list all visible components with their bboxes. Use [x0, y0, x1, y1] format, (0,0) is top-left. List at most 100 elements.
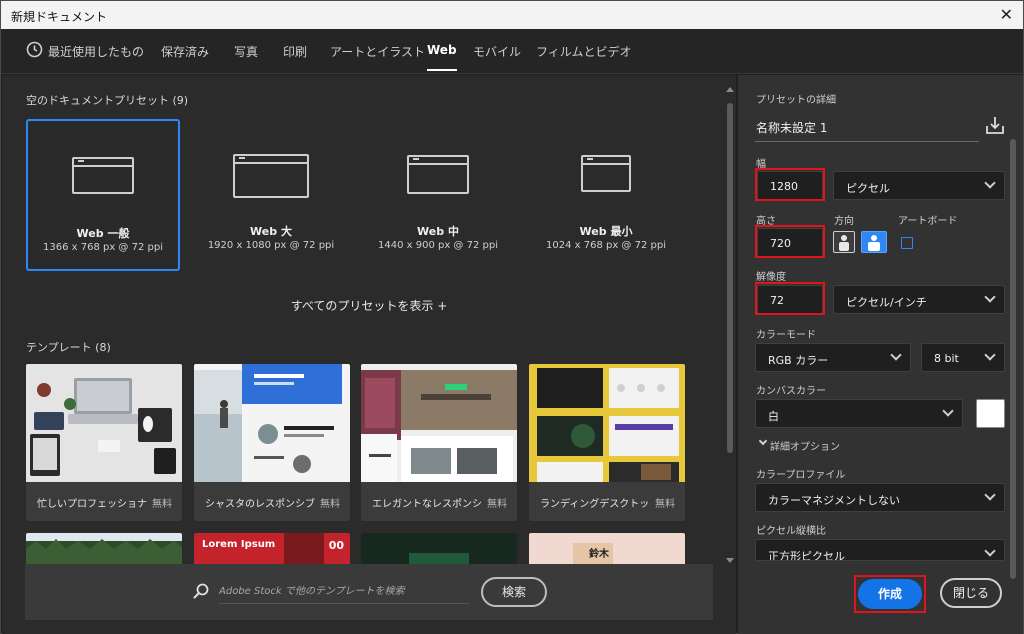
bit-depth-dropdown[interactable]: 8 bit	[921, 343, 1005, 372]
preset-name: Web 最小	[579, 225, 633, 238]
canvas-color-value: 白	[768, 410, 779, 423]
template-thumbnail	[361, 364, 517, 482]
tab-mobile[interactable]: モバイル	[473, 43, 521, 60]
close-button[interactable]: 閉じる	[940, 578, 1002, 608]
document-name-underline	[755, 141, 979, 142]
highlight-box	[755, 225, 825, 258]
color-profile-dropdown[interactable]: カラーマネジメントしない	[755, 483, 1005, 512]
preset-size: 1366 x 768 px @ 72 ppi	[43, 242, 163, 253]
presets-pane: 空のドキュメントプリセット (9) Web 一般 1366 x 768 px @…	[2, 75, 736, 634]
chevron-down-icon	[942, 405, 954, 417]
color-mode-value: RGB カラー	[768, 354, 829, 367]
color-profile-label: カラープロファイル	[756, 470, 846, 481]
template-thumb-label: 鈴木	[589, 549, 609, 560]
width-unit-value: ピクセル	[846, 182, 890, 195]
resolution-unit-value: ピクセル/インチ	[846, 296, 927, 309]
templates-section-title: テンプレート (8)	[26, 341, 111, 354]
template-card[interactable]: ランディングデスクトッ... 無料	[529, 364, 685, 521]
search-icon	[193, 583, 209, 603]
template-card[interactable]: シャスタのレスポンシブ... 無料	[194, 364, 350, 521]
canvas-color-swatch[interactable]	[976, 399, 1005, 428]
tab-photo[interactable]: 写真	[234, 43, 258, 60]
width-unit-dropdown[interactable]: ピクセル	[833, 171, 1005, 200]
title-bar: 新規ドキュメント ✕	[1, 1, 1023, 29]
new-document-dialog: 新規ドキュメント ✕ 最近使用したもの 保存済み 写真 印刷 アートとイラスト …	[0, 0, 1024, 634]
color-profile-value: カラーマネジメントしない	[768, 494, 900, 507]
template-caption: 忙しいプロフェッショナ... 無料	[26, 482, 182, 521]
template-name: 忙しいプロフェッショナ...	[37, 499, 147, 510]
orientation-label: 方向	[834, 216, 854, 227]
template-caption: シャスタのレスポンシブ... 無料	[194, 482, 350, 521]
artboard-label: アートボード	[898, 216, 958, 227]
pixel-aspect-label: ピクセル縦横比	[756, 526, 826, 537]
template-price: 無料	[152, 499, 172, 510]
clock-icon	[26, 41, 43, 62]
preset-card-web-medium[interactable]: Web 中 1440 x 900 px @ 72 ppi	[361, 119, 515, 271]
search-button[interactable]: 検索	[481, 577, 547, 607]
preset-name: Web 一般	[76, 227, 130, 240]
save-preset-icon[interactable]	[985, 115, 1005, 139]
scrollbar-thumb[interactable]	[1010, 139, 1016, 579]
preset-card-web-minimum[interactable]: Web 最小 1024 x 768 px @ 72 ppi	[529, 119, 683, 271]
preset-size: 1440 x 900 px @ 72 ppi	[378, 240, 498, 251]
preset-name: Web 中	[417, 225, 459, 238]
advanced-options-toggle[interactable]: 詳細オプション	[770, 438, 840, 453]
artboard-checkbox[interactable]	[901, 237, 913, 249]
template-price: 無料	[320, 499, 340, 510]
preset-card-web-large[interactable]: Web 大 1920 x 1080 px @ 72 ppi	[194, 119, 348, 271]
tab-saved[interactable]: 保存済み	[161, 43, 209, 60]
resolution-unit-dropdown[interactable]: ピクセル/インチ	[833, 285, 1005, 314]
pixel-aspect-dropdown[interactable]: 正方形ピクセル	[755, 539, 1005, 561]
tab-film-video[interactable]: フィルムとビデオ	[536, 43, 632, 60]
template-thumb-title: Lorem Ipsum	[202, 539, 276, 550]
template-price: 無料	[487, 499, 507, 510]
chevron-down-icon	[890, 349, 902, 361]
landscape-orientation-button[interactable]	[861, 231, 887, 253]
chevron-down-icon	[984, 489, 996, 501]
template-name: エレガントなレスポンシ...	[372, 499, 482, 510]
chevron-down-icon	[984, 349, 996, 361]
create-button[interactable]: 作成	[858, 579, 922, 609]
color-mode-dropdown[interactable]: RGB カラー	[755, 343, 911, 372]
chevron-down-icon[interactable]	[758, 436, 768, 446]
template-thumbnail	[529, 364, 685, 482]
document-icon	[72, 157, 134, 194]
preset-name: Web 大	[250, 225, 292, 238]
template-thumbnail	[26, 364, 182, 482]
show-all-presets-link[interactable]: すべてのプリセットを表示 +	[2, 297, 736, 314]
tab-art-illustration[interactable]: アートとイラスト	[330, 43, 425, 60]
template-thumbnail	[194, 364, 350, 482]
template-caption: エレガントなレスポンシ... 無料	[361, 482, 517, 521]
portrait-orientation-button[interactable]	[833, 231, 855, 253]
tab-web[interactable]: Web	[427, 43, 457, 71]
chevron-down-icon	[984, 291, 996, 303]
tab-recent[interactable]: 最近使用したもの	[48, 43, 144, 60]
preset-card-web-general[interactable]: Web 一般 1366 x 768 px @ 72 ppi	[26, 119, 180, 271]
window-title: 新規ドキュメント	[11, 10, 108, 24]
scrollbar-thumb[interactable]	[727, 103, 733, 453]
tab-print[interactable]: 印刷	[283, 43, 307, 60]
scroll-up-icon[interactable]	[726, 87, 734, 92]
color-mode-label: カラーモード	[756, 330, 816, 341]
template-thumb-number: 00	[328, 539, 344, 552]
category-tabs: 最近使用したもの 保存済み 写真 印刷 アートとイラスト Web モバイル フィ…	[1, 29, 1023, 74]
portrait-icon	[839, 235, 849, 251]
canvas-color-dropdown[interactable]: 白	[755, 399, 963, 428]
template-card[interactable]: 忙しいプロフェッショナ... 無料	[26, 364, 182, 521]
document-icon	[581, 155, 631, 192]
close-icon[interactable]: ✕	[1000, 5, 1013, 24]
scroll-down-icon[interactable]	[726, 558, 734, 563]
adobe-stock-search-input[interactable]	[219, 580, 469, 604]
presets-scrollbar[interactable]	[726, 85, 734, 563]
chevron-down-icon	[984, 545, 996, 557]
template-card[interactable]: エレガントなレスポンシ... 無料	[361, 364, 517, 521]
highlight-box	[755, 282, 825, 315]
details-scrollbar[interactable]	[1008, 139, 1018, 579]
highlight-box	[755, 168, 825, 201]
presets-section-title: 空のドキュメントプリセット (9)	[26, 94, 189, 107]
document-name-field[interactable]: 名称未設定 1	[756, 119, 827, 136]
chevron-down-icon	[984, 177, 996, 189]
template-name: ランディングデスクトッ...	[540, 499, 650, 510]
template-price: 無料	[655, 499, 675, 510]
document-icon	[407, 155, 469, 194]
